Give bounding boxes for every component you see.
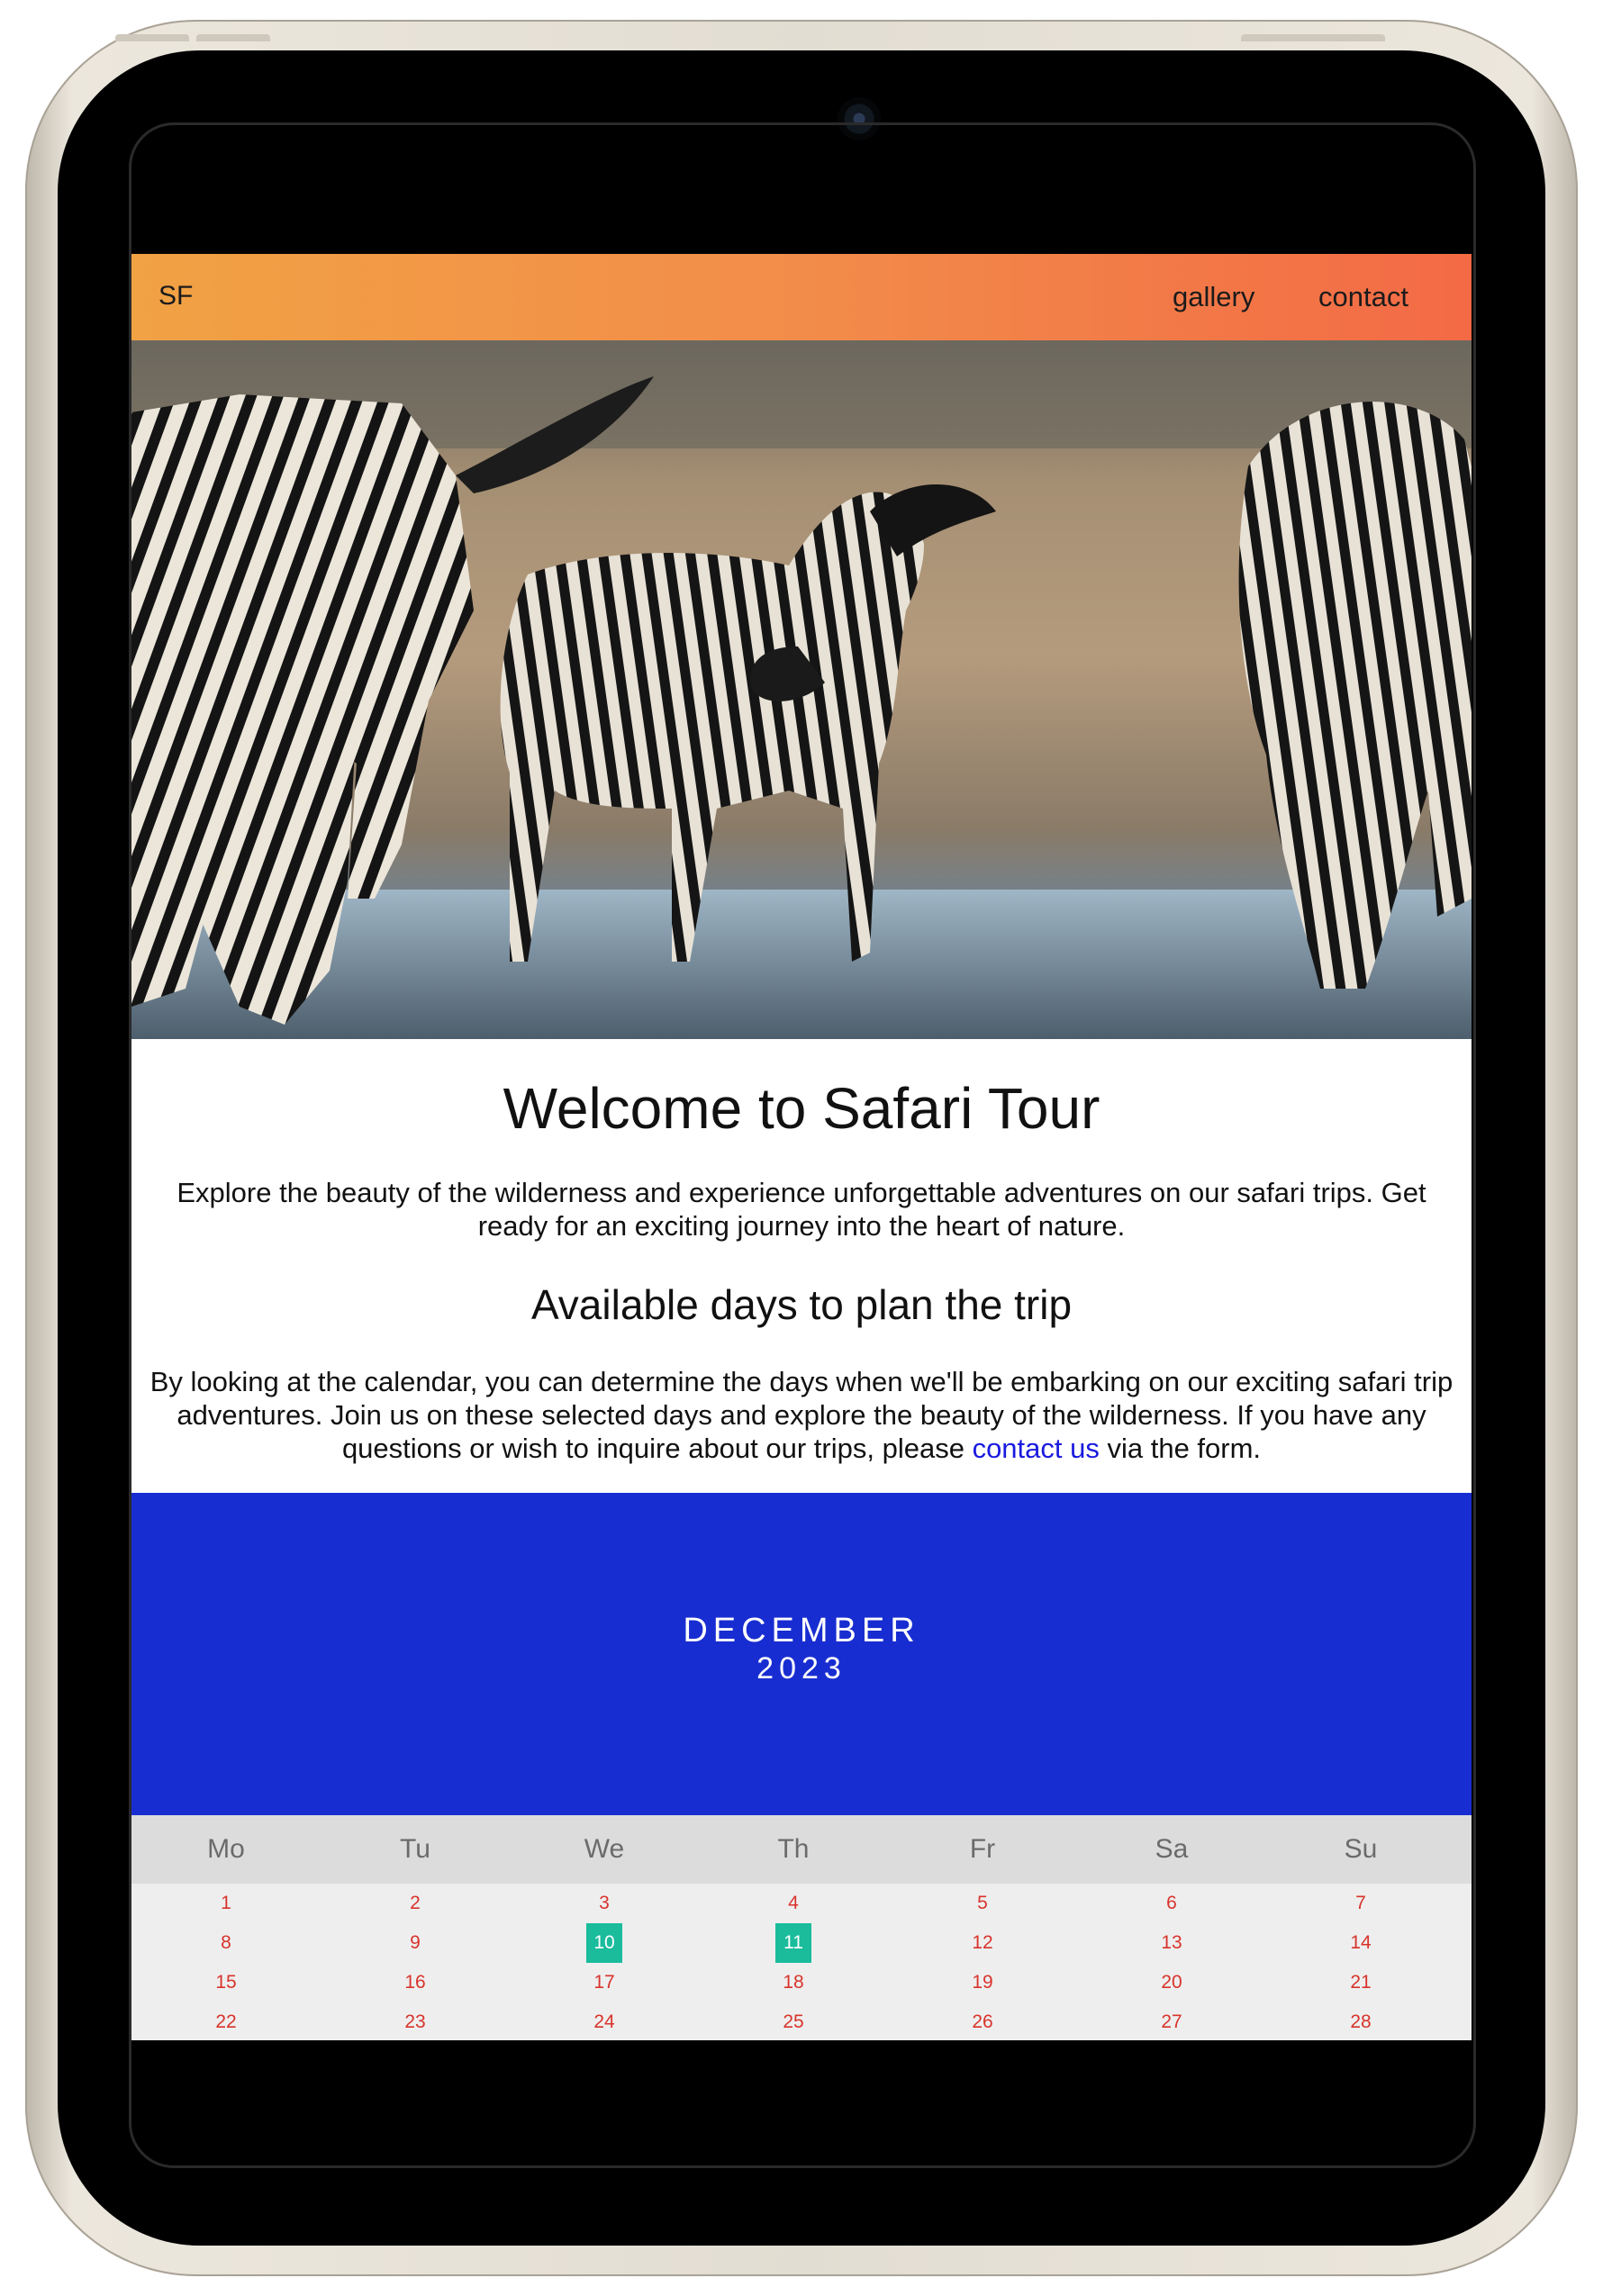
calendar-day[interactable]: 13 [1077,1923,1266,1963]
calendar-day[interactable]: 26 [888,2002,1077,2040]
power-button [1241,34,1385,41]
calendar-day[interactable]: 28 [1266,2002,1455,2040]
weekday-su: Su [1344,1834,1378,1864]
calendar-day[interactable]: 5 [888,1884,1077,1923]
calendar-day[interactable]: 2 [321,1884,510,1923]
plan-text-after: via the form. [1099,1433,1262,1464]
weekday-tu: Tu [400,1834,430,1864]
calendar-day[interactable]: 17 [510,1963,699,2002]
calendar-day[interactable]: 3 [510,1884,699,1923]
calendar-day[interactable]: 7 [1266,1884,1455,1923]
calendar-year: 2023 [756,1651,847,1686]
calendar-day[interactable]: 24 [510,2002,699,2040]
navbar: SF gallery contact [131,254,1472,340]
contact-us-link[interactable]: contact us [973,1433,1100,1464]
weekday-we: We [584,1834,625,1864]
weekday-sa: Sa [1155,1834,1189,1864]
nav-link-gallery[interactable]: gallery [1173,281,1254,313]
volume-up-button [115,34,189,41]
weekday-fr: Fr [969,1834,996,1864]
calendar-day[interactable]: 21 [1266,1963,1455,2002]
calendar-week: 15 16 17 18 19 20 21 [131,1963,1472,2002]
site-logo[interactable]: SF [158,281,193,312]
calendar-day[interactable]: 18 [699,1963,888,2002]
calendar-days: 1 2 3 4 5 6 7 8 9 10 11 12 13 14 15 16 1… [131,1884,1472,2040]
calendar-weekdays: Mo Tu We Th Fr Sa Su [131,1815,1472,1884]
calendar-day[interactable]: 14 [1266,1923,1455,1963]
calendar-day[interactable]: 20 [1077,1963,1266,2002]
zebras-illustration [131,340,1472,1039]
hero-image [131,340,1472,1039]
volume-down-button [196,34,270,41]
calendar-day-highlighted[interactable]: 11 [699,1923,888,1963]
calendar-day[interactable]: 4 [699,1884,888,1923]
weekday-mo: Mo [207,1834,245,1864]
calendar-day[interactable]: 27 [1077,2002,1266,2040]
calendar-day[interactable]: 12 [888,1923,1077,1963]
nav-link-contact[interactable]: contact [1318,281,1408,313]
calendar-header: DECEMBER 2023 [131,1493,1472,1815]
calendar-month: DECEMBER [683,1612,920,1650]
calendar-day[interactable]: 6 [1077,1884,1266,1923]
calendar-day[interactable]: 22 [131,2002,321,2040]
browser-screen: SF gallery contact Welcome to Safari Tou… [131,254,1472,2040]
calendar-day[interactable]: 19 [888,1963,1077,2002]
calendar-week: 22 23 24 25 26 27 28 [131,2002,1472,2040]
weekday-th: Th [777,1834,810,1864]
calendar-day[interactable]: 15 [131,1963,321,2002]
calendar-day[interactable]: 25 [699,2002,888,2040]
calendar-day[interactable]: 16 [321,1963,510,2002]
calendar-day[interactable]: 1 [131,1884,321,1923]
intro-paragraph: Explore the beauty of the wilderness and… [177,1177,1426,1242]
calendar-day[interactable]: 9 [321,1923,510,1963]
calendar-week: 1 2 3 4 5 6 7 [131,1884,1472,1923]
calendar-week: 8 9 10 11 12 13 14 [131,1923,1472,1963]
calendar-day[interactable]: 8 [131,1923,321,1963]
page-title: Welcome to Safari Tour [503,1076,1100,1141]
calendar-day[interactable]: 23 [321,2002,510,2040]
calendar-day-highlighted[interactable]: 10 [510,1923,699,1963]
section-title: Available days to plan the trip [530,1281,1073,1328]
plan-paragraph: By looking at the calendar, you can dete… [131,1365,1472,1465]
